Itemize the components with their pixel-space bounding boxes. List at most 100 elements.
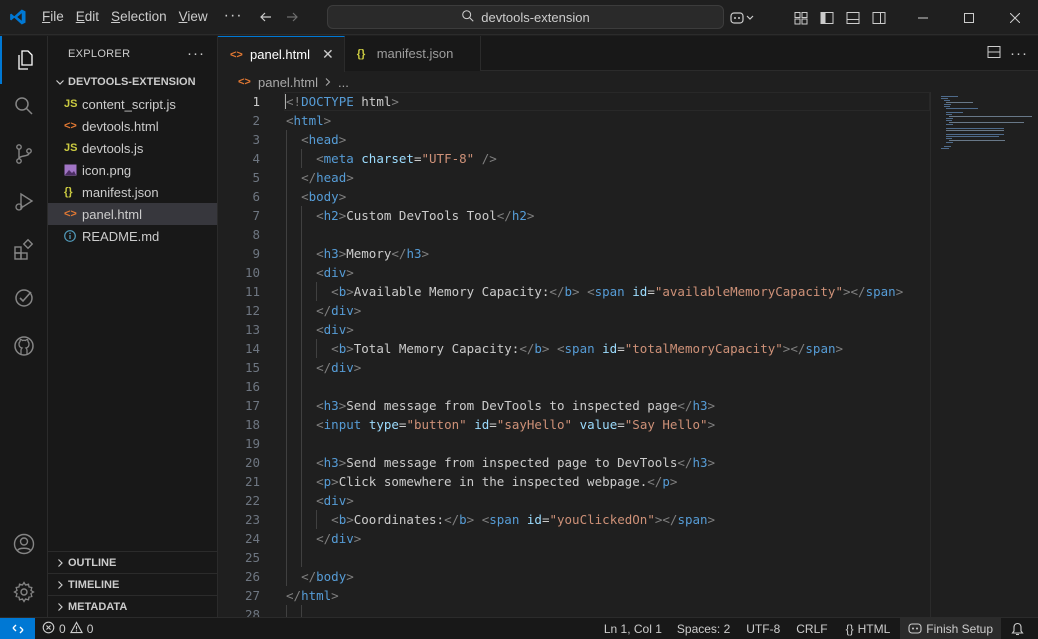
breadcrumb-file[interactable]: panel.html [258, 75, 318, 90]
explorer-icon[interactable] [0, 36, 48, 84]
code-line[interactable]: 11 <b>Available Memory Capacity:</b> <sp… [218, 282, 930, 301]
close-window-button[interactable] [992, 0, 1038, 35]
accounts-icon[interactable] [0, 520, 48, 568]
minimap-line [946, 142, 953, 143]
indent-guide [286, 187, 287, 206]
minimap-line [941, 148, 949, 149]
indent-guide [301, 320, 303, 339]
code-line[interactable]: 5 </head> [218, 168, 930, 187]
code-line[interactable]: 13 <div> [218, 320, 930, 339]
encoding[interactable]: UTF-8 [738, 618, 788, 639]
file-devtools-js[interactable]: JS devtools.js [48, 137, 217, 159]
breadcrumb-more[interactable]: ... [338, 75, 349, 90]
tab-panel-html[interactable]: <> panel.html ✕ [218, 36, 345, 72]
code-line[interactable]: 18 <input type="button" id="sayHello" va… [218, 415, 930, 434]
toggle-primary-sidebar-icon[interactable] [814, 6, 840, 30]
folder-devtools-extension[interactable]: DEVTOOLS-EXTENSION [48, 71, 217, 93]
outline-section[interactable]: OUTLINE [48, 551, 217, 573]
code-line[interactable]: 25 [218, 548, 930, 567]
metadata-section[interactable]: METADATA [48, 595, 217, 617]
menu-file[interactable]: File [36, 5, 70, 29]
language-mode[interactable]: {} HTML [836, 618, 901, 639]
extensions-icon[interactable] [0, 226, 48, 274]
indent-guide [286, 149, 287, 168]
line-number: 10 [244, 265, 260, 280]
code-line[interactable]: 10 <div> [218, 263, 930, 282]
code-line[interactable]: 17 <h3>Send message from DevTools to ins… [218, 396, 930, 415]
code-line[interactable]: 15 </div> [218, 358, 930, 377]
code-line[interactable]: 19 [218, 434, 930, 453]
code-line[interactable]: 6 <body> [218, 187, 930, 206]
code-line[interactable]: 8 [218, 225, 930, 244]
file-panel-html[interactable]: <> panel.html [48, 203, 217, 225]
code-line[interactable]: 28 [218, 605, 930, 617]
source-control-icon[interactable] [0, 130, 48, 178]
end-of-line[interactable]: CRLF [788, 618, 835, 639]
indent-guide [286, 225, 287, 244]
timeline-section[interactable]: TIMELINE [48, 573, 217, 595]
minimize-button[interactable] [900, 0, 946, 35]
menu-selection[interactable]: Selection [105, 5, 173, 29]
forward-arrow-icon[interactable] [279, 5, 305, 29]
notifications-bell-icon[interactable] [1001, 618, 1038, 639]
line-text: <b>Available Memory Capacity:</b> <span … [331, 284, 904, 299]
code-line[interactable]: 3 <head> [218, 130, 930, 149]
line-number: 8 [252, 227, 260, 242]
maximize-button[interactable] [946, 0, 992, 35]
file-manifest-json[interactable]: {} manifest.json [48, 181, 217, 203]
copilot-icon[interactable] [724, 6, 760, 30]
minimap-line [943, 146, 952, 147]
toggle-panel-icon[interactable] [840, 6, 866, 30]
code-line[interactable]: 24 </div> [218, 529, 930, 548]
remote-indicator-icon[interactable] [0, 617, 35, 639]
minimap[interactable] [930, 92, 1038, 617]
minimap-line [948, 140, 1005, 141]
code-line[interactable]: 26 </body> [218, 567, 930, 586]
code-line[interactable]: 16 [218, 377, 930, 396]
code-line[interactable]: 4 <meta charset="UTF-8" /> [218, 149, 930, 168]
editor-more-icon[interactable]: ··· [1010, 45, 1028, 62]
close-tab-icon[interactable]: ✕ [322, 46, 334, 63]
customize-layout-icon[interactable] [788, 6, 814, 30]
code-editor[interactable]: 1 <!DOCTYPE html> 2 <html> 3 <head> 4 <meta c… [218, 92, 930, 617]
command-center-search[interactable]: devtools-extension [327, 5, 724, 29]
code-line[interactable]: 23 <b>Coordinates:</b> <span id="youClic… [218, 510, 930, 529]
indent-guide [301, 206, 303, 225]
search-activity-icon[interactable] [0, 82, 48, 130]
code-line[interactable]: 2 <html> [218, 111, 930, 130]
indent-guide [301, 605, 303, 617]
code-line[interactable]: 12 </div> [218, 301, 930, 320]
code-line[interactable]: 20 <h3>Send message from inspected page … [218, 453, 930, 472]
indentation[interactable]: Spaces: 2 [669, 618, 738, 639]
menu-view[interactable]: View [173, 5, 214, 29]
code-line[interactable]: 27 </html> [218, 586, 930, 605]
settings-gear-icon[interactable] [0, 568, 48, 616]
code-line[interactable]: 21 <p>Click somewhere in the inspected w… [218, 472, 930, 491]
run-debug-icon[interactable] [0, 178, 48, 226]
code-line[interactable]: 14 <b>Total Memory Capacity:</b> <span i… [218, 339, 930, 358]
toggle-secondary-sidebar-icon[interactable] [866, 6, 892, 30]
code-line[interactable]: 22 <div> [218, 491, 930, 510]
code-line[interactable]: 7 <h2>Custom DevTools Tool</h2> [218, 206, 930, 225]
back-arrow-icon[interactable] [253, 5, 279, 29]
menu-edit[interactable]: Edit [70, 5, 105, 29]
split-editor-icon[interactable] [986, 44, 1002, 63]
github-icon[interactable] [0, 322, 48, 370]
file-icon-png[interactable]: icon.png [48, 159, 217, 181]
testing-icon[interactable] [0, 274, 48, 322]
file-content-script-js[interactable]: JS content_script.js [48, 93, 217, 115]
code-line[interactable]: 9 <h3>Memory</h3> [218, 244, 930, 263]
line-number: 28 [244, 607, 260, 617]
more-menu-icon[interactable]: ··· [214, 5, 253, 29]
file-readme-md[interactable]: README.md [48, 225, 217, 247]
problems-indicator[interactable]: 0 0 [35, 618, 100, 639]
explorer-more-icon[interactable]: ··· [187, 45, 205, 62]
minimap-line [946, 108, 979, 109]
finish-setup-button[interactable]: Finish Setup [900, 618, 1001, 639]
cursor-position[interactable]: Ln 1, Col 1 [597, 618, 669, 639]
file-devtools-html[interactable]: <> devtools.html [48, 115, 217, 137]
code-line[interactable]: 1 <!DOCTYPE html> [218, 92, 930, 111]
title-bar: File Edit Selection View ··· devtools-ex… [0, 0, 1038, 35]
tab-manifest-json[interactable]: {} manifest.json [344, 36, 481, 71]
line-number: 24 [244, 531, 260, 546]
